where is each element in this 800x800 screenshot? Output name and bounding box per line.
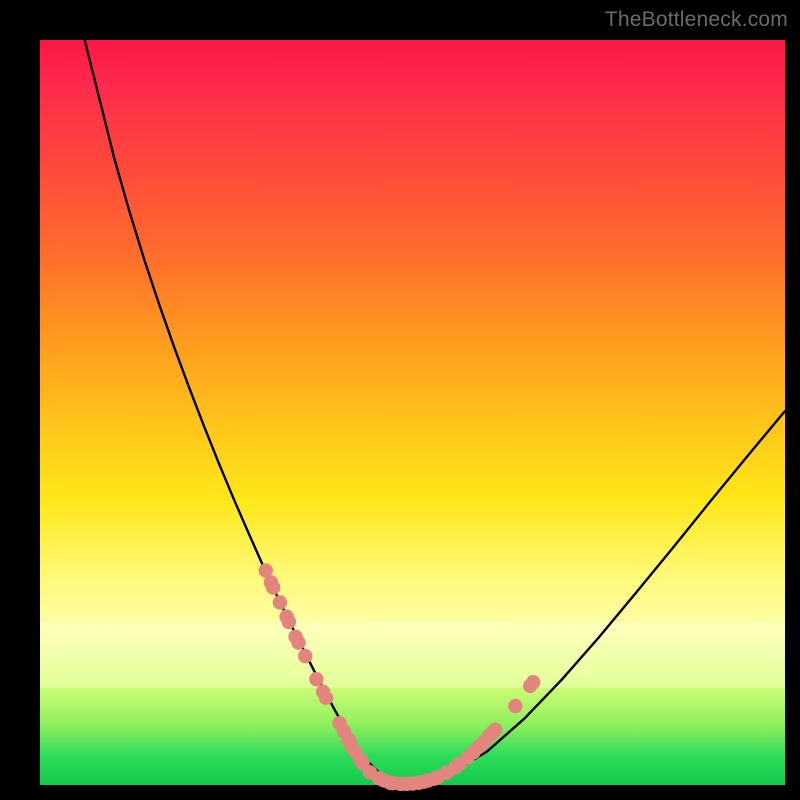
chart-svg [40,40,785,785]
marker-point [282,615,296,629]
bottleneck-curve [85,40,785,784]
marker-point [526,675,540,689]
marker-point [298,649,312,663]
highlight-markers [259,563,541,791]
marker-point [309,672,323,686]
marker-point [291,636,305,650]
marker-point [266,580,280,594]
watermark-text: TheBottleneck.com [605,8,788,32]
plot-area [40,40,785,785]
chart-frame: TheBottleneck.com [0,0,800,800]
marker-point [488,723,502,737]
marker-point [508,699,522,713]
marker-point [273,595,287,609]
marker-point [319,691,333,705]
